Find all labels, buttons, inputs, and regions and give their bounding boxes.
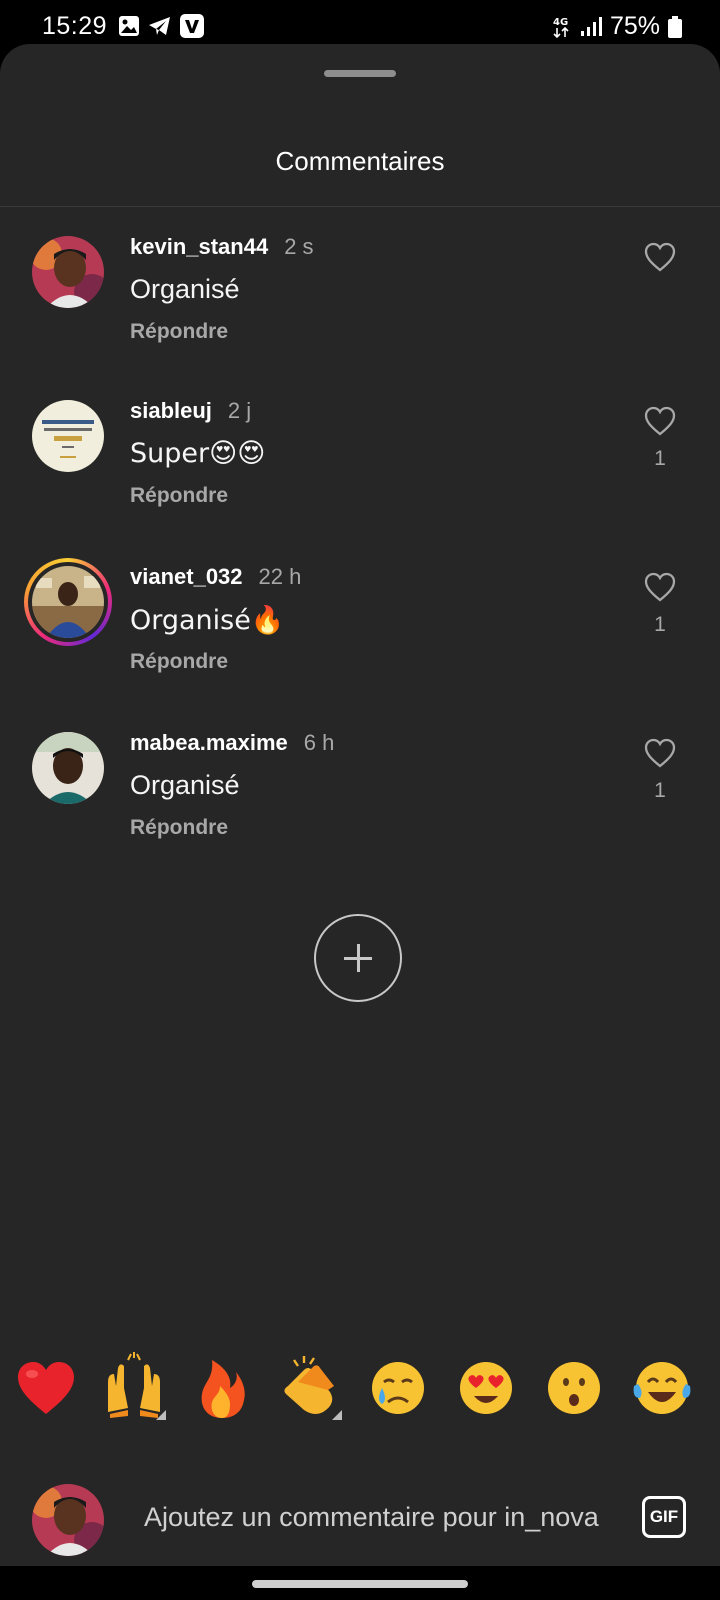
avatar[interactable] <box>32 566 104 638</box>
comment-username[interactable]: mabea.maxime <box>130 730 288 756</box>
battery-icon <box>668 15 682 38</box>
reaction-heart-button[interactable] <box>10 1352 82 1424</box>
reaction-laughing-button[interactable] <box>626 1352 698 1424</box>
heart-outline-icon <box>644 572 676 602</box>
tears-of-joy-icon <box>633 1362 691 1414</box>
heart-outline-icon <box>644 738 676 768</box>
comment-time: 2 j <box>227 398 252 423</box>
comment-text: Organisé <box>130 274 240 304</box>
comment-text: Organisé🔥 <box>130 605 285 636</box>
vivid-app-icon <box>180 14 204 38</box>
avatar[interactable] <box>32 400 104 472</box>
gif-button[interactable]: GIF <box>642 1496 686 1538</box>
comment-header: siableuj 2 j <box>130 398 251 424</box>
comment-header: mabea.maxime 6 h <box>130 730 334 756</box>
svg-text:4G: 4G <box>553 17 568 28</box>
reaction-surprised-button[interactable] <box>538 1352 610 1424</box>
like-button[interactable]: 1 <box>640 738 680 803</box>
comment-time: 22 h <box>258 564 302 589</box>
signal-icon <box>580 16 602 36</box>
story-ring[interactable] <box>24 558 112 646</box>
drag-handle[interactable] <box>324 70 396 77</box>
avatar[interactable] <box>32 732 104 804</box>
reaction-raised-hands-button[interactable] <box>98 1352 170 1424</box>
comment-header: vianet_032 22 h <box>130 564 301 590</box>
reply-button[interactable]: Répondre <box>130 484 228 508</box>
header-divider <box>0 206 720 207</box>
load-more-comments-button[interactable] <box>314 914 402 1002</box>
system-status: 4G 75% <box>552 12 682 41</box>
like-count: 1 <box>654 613 666 636</box>
like-count: 1 <box>654 779 666 802</box>
current-user-avatar <box>32 1484 104 1556</box>
like-button[interactable] <box>640 242 680 283</box>
comment-username[interactable]: siableuj <box>130 398 212 424</box>
reaction-heart-eyes-button[interactable] <box>450 1352 522 1424</box>
comment-username[interactable]: vianet_032 <box>130 564 243 590</box>
status-time: 15:29 <box>42 12 108 40</box>
like-button[interactable]: 1 <box>640 406 680 471</box>
network-4g-icon: 4G <box>553 17 569 38</box>
comment-item: mabea.maxime 6 h Organisé Répondre 1 <box>0 730 720 882</box>
comment-header: kevin_stan44 2 s <box>130 234 314 260</box>
status-bar: 15:29 4G 75% <box>0 0 720 50</box>
reply-button[interactable]: Répondre <box>130 320 228 344</box>
reply-button[interactable]: Répondre <box>130 650 228 674</box>
reaction-fire-button[interactable] <box>186 1352 258 1424</box>
comment-item: siableuj 2 j Super😍😍 Répondre 1 <box>0 398 720 550</box>
comment-input[interactable]: Ajoutez un commentaire pour in_nova <box>144 1502 610 1533</box>
reply-button[interactable]: Répondre <box>130 816 228 840</box>
comment-composer: Ajoutez un commentaire pour in_nova GIF <box>0 1440 720 1556</box>
gallery-icon <box>119 16 139 36</box>
red-heart-icon <box>18 1362 74 1414</box>
comment-item: vianet_032 22 h Organisé🔥 Répondre 1 <box>0 558 720 716</box>
notification-icons <box>118 14 204 38</box>
comment-text: Super😍😍 <box>130 438 266 469</box>
like-count: 1 <box>654 447 666 470</box>
heart-outline-icon <box>644 406 676 436</box>
comment-time: 2 s <box>284 234 314 259</box>
like-button[interactable]: 1 <box>640 572 680 637</box>
comment-username[interactable]: kevin_stan44 <box>130 234 268 260</box>
telegram-icon <box>149 17 170 35</box>
comment-item: kevin_stan44 2 s Organisé Répondre <box>0 234 720 386</box>
variant-indicator <box>332 1410 342 1420</box>
battery-percent: 75% <box>609 12 660 40</box>
heart-eyes-icon <box>460 1362 512 1414</box>
reaction-clap-button[interactable] <box>274 1352 346 1424</box>
avatar[interactable] <box>32 236 104 308</box>
crying-face-icon <box>372 1362 424 1414</box>
surprised-face-icon <box>548 1362 600 1414</box>
heart-outline-icon <box>644 242 676 272</box>
comment-text: Organisé <box>130 770 240 800</box>
comment-time: 6 h <box>303 730 335 755</box>
quick-reactions <box>0 1352 720 1424</box>
variant-indicator <box>156 1410 166 1420</box>
sheet-title: Commentaires <box>275 146 445 176</box>
reaction-crying-button[interactable] <box>362 1352 434 1424</box>
home-indicator[interactable] <box>252 1580 468 1588</box>
fire-icon <box>201 1360 245 1418</box>
